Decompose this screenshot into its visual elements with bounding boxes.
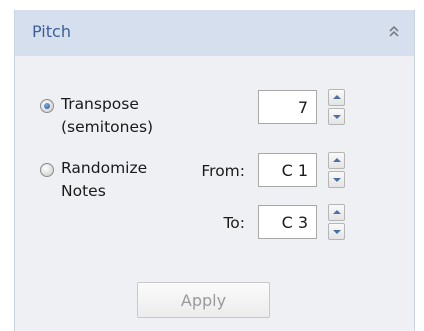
arrow-down-icon [333, 230, 341, 234]
arrow-down-icon [333, 115, 341, 119]
arrow-up-icon [333, 210, 341, 214]
to-note-decrement-button[interactable] [328, 223, 345, 240]
to-note-increment-button[interactable] [328, 204, 345, 221]
transpose-increment-button[interactable] [328, 89, 345, 106]
panel-header[interactable]: Pitch [15, 10, 414, 56]
apply-button[interactable]: Apply [137, 282, 270, 318]
to-note-input[interactable] [258, 205, 317, 239]
arrow-up-icon [333, 158, 341, 162]
from-note-increment-button[interactable] [328, 152, 345, 169]
panel-body: Transpose (semitones) Randomize Notes Fr… [15, 56, 414, 331]
to-note-stepper [328, 204, 345, 240]
transpose-decrement-button[interactable] [328, 108, 345, 125]
double-chevron-up-icon[interactable] [386, 22, 402, 42]
randomize-radio[interactable] [40, 163, 54, 177]
to-label: To: [223, 214, 245, 232]
pitch-panel: Pitch Transpose (semitones) Randomize No… [14, 10, 415, 331]
from-label: From: [201, 162, 245, 180]
transpose-label-line1: Transpose [61, 95, 139, 113]
transpose-label-line2: (semitones) [61, 118, 154, 136]
randomize-label-line2: Notes [61, 182, 106, 200]
from-note-input[interactable] [258, 153, 317, 187]
transpose-value-input[interactable] [258, 90, 317, 124]
randomize-label-line1: Randomize [61, 159, 148, 177]
arrow-up-icon [333, 95, 341, 99]
transpose-radio[interactable] [40, 99, 54, 113]
panel-title: Pitch [32, 22, 71, 41]
from-note-stepper [328, 152, 345, 188]
arrow-down-icon [333, 178, 341, 182]
transpose-stepper [328, 89, 345, 125]
from-note-decrement-button[interactable] [328, 171, 345, 188]
